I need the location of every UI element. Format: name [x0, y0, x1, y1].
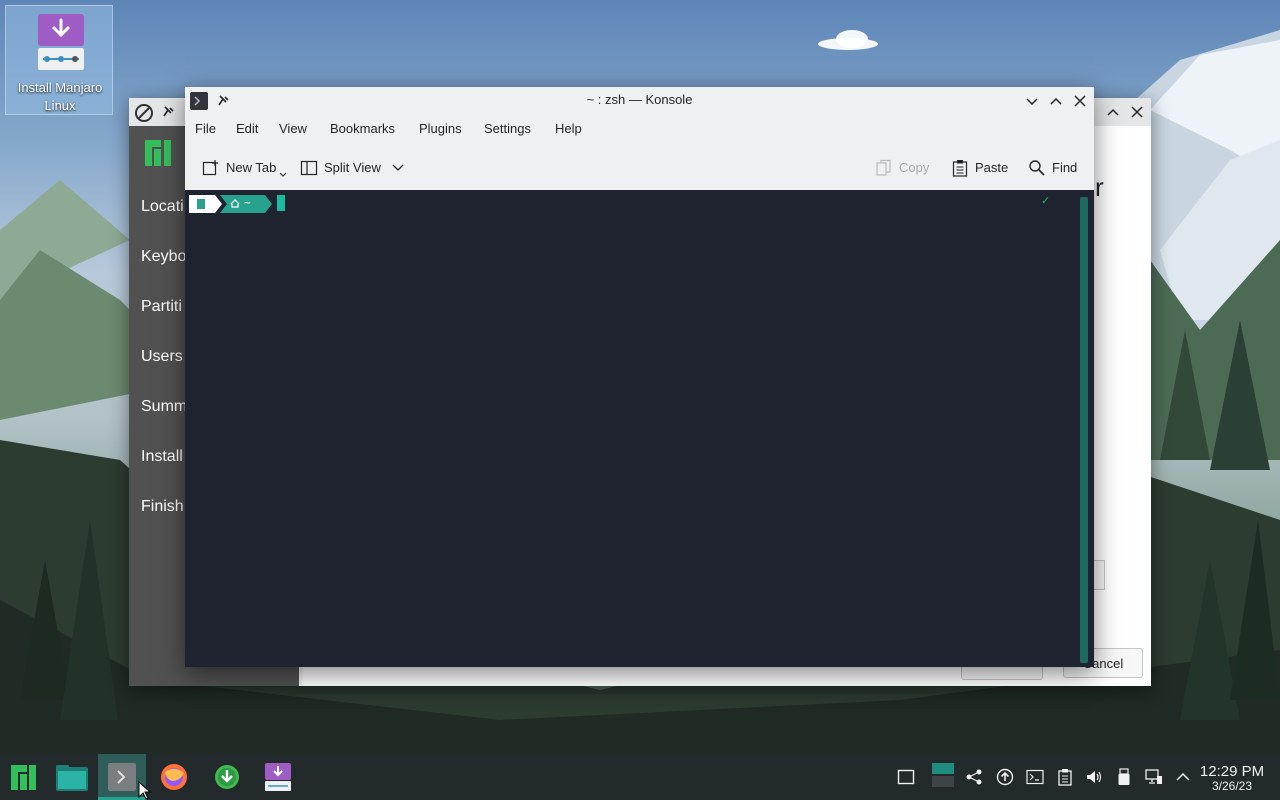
menu-settings[interactable]: Settings [484, 121, 531, 136]
desktop-icon-label: Install Manjaro Linux [17, 80, 103, 113]
taskbar: 12:29 PM 3/26/23 [0, 754, 1280, 800]
menu-bar: File Edit View Bookmarks Plugins Setting… [185, 115, 1094, 145]
menu-view[interactable]: View [279, 121, 307, 136]
network-icon[interactable] [1145, 768, 1163, 786]
show-desktop-icon[interactable] [897, 768, 915, 786]
kde-connect-icon[interactable] [965, 768, 983, 786]
paste-icon [952, 160, 968, 177]
terminal-tray-icon[interactable] [1026, 768, 1044, 786]
find-button[interactable]: Find [1028, 157, 1084, 179]
close-icon[interactable] [1071, 92, 1089, 110]
terminal-area[interactable]: ~ ✓ [185, 190, 1094, 667]
menu-help[interactable]: Help [555, 121, 582, 136]
new-tab-icon [202, 160, 218, 176]
menu-plugins[interactable]: Plugins [419, 121, 462, 136]
application-launcher-button[interactable] [0, 754, 48, 800]
pager-icon[interactable] [932, 763, 954, 787]
update-icon[interactable] [996, 768, 1014, 786]
clock-date[interactable]: 3/26/23 [1196, 779, 1268, 793]
terminal-cursor [277, 195, 285, 211]
folder-icon [56, 765, 88, 791]
sidebar-item-location: Locati [141, 198, 184, 215]
prompt-path: ~ [244, 196, 251, 209]
removable-devices-icon[interactable] [1115, 768, 1133, 786]
firefox-icon [161, 764, 187, 790]
volume-icon[interactable] [1085, 768, 1103, 786]
scrollbar-thumb[interactable] [1080, 197, 1088, 663]
copy-label: Copy [899, 160, 930, 175]
menu-bookmarks[interactable]: Bookmarks [330, 121, 395, 136]
copy-icon [876, 159, 891, 176]
installer-icon [38, 14, 84, 70]
pin-icon[interactable] [161, 105, 175, 119]
download-icon [215, 765, 239, 789]
split-view-button[interactable]: Split View [300, 157, 406, 179]
installer-task-button[interactable] [254, 754, 302, 800]
sidebar-item-install: Install [141, 448, 183, 465]
clipboard-icon[interactable] [1056, 768, 1074, 786]
installer-app-icon [135, 104, 153, 122]
manjaro-logo-icon [145, 140, 171, 166]
menu-edit[interactable]: Edit [236, 121, 258, 136]
clock-time[interactable]: 12:29 PM [1196, 763, 1268, 780]
maximize-icon[interactable] [1105, 104, 1121, 120]
install-manjaro-desktop-icon[interactable]: Install Manjaro Linux [5, 5, 113, 115]
installer-icon [265, 763, 291, 791]
file-manager-button[interactable] [48, 754, 96, 800]
terminal-icon [108, 763, 136, 791]
split-view-label: Split View [324, 160, 381, 175]
chevron-down-icon [279, 172, 287, 177]
terminal-scrollbar[interactable] [1080, 197, 1088, 663]
maximize-icon[interactable] [1047, 92, 1065, 110]
find-label: Find [1052, 160, 1078, 175]
sidebar-item-partitions: Partiti [141, 298, 182, 315]
toolbar: New Tab Split View Copy Paste Find [185, 149, 1094, 187]
copy-button[interactable]: Copy [875, 157, 935, 179]
installer-heading-fragment: r [1095, 172, 1104, 202]
mouse-pointer-icon [138, 781, 152, 800]
new-tab-button[interactable]: New Tab [202, 157, 290, 179]
paste-label: Paste [975, 160, 1009, 175]
minimize-icon[interactable] [1023, 92, 1041, 110]
konsole-titlebar[interactable]: ~ : zsh — Konsole [185, 87, 1094, 115]
shell-prompt [189, 195, 272, 213]
konsole-window[interactable]: ~ : zsh — Konsole File Edit View Bookmar… [185, 87, 1094, 667]
new-tab-label: New Tab [226, 160, 277, 175]
manjaro-logo-icon [11, 765, 36, 790]
split-view-icon [300, 160, 318, 176]
paste-button[interactable]: Paste [951, 157, 1013, 179]
menu-file[interactable]: File [195, 121, 216, 136]
search-icon [1029, 160, 1045, 176]
sidebar-item-keyboard: Keybo [141, 248, 187, 265]
sidebar-item-summary: Summ [141, 398, 188, 415]
chevron-up-icon[interactable] [1174, 768, 1192, 786]
window-title: ~ : zsh — Konsole [586, 92, 693, 107]
firefox-button[interactable] [150, 754, 198, 800]
chevron-down-icon[interactable] [392, 164, 404, 172]
sidebar-item-finish: Finish [141, 498, 184, 515]
sidebar-item-users: Users [141, 348, 183, 365]
software-center-button[interactable] [203, 754, 251, 800]
close-icon[interactable] [1129, 104, 1145, 120]
prompt-status-check: ✓ [1041, 195, 1051, 207]
